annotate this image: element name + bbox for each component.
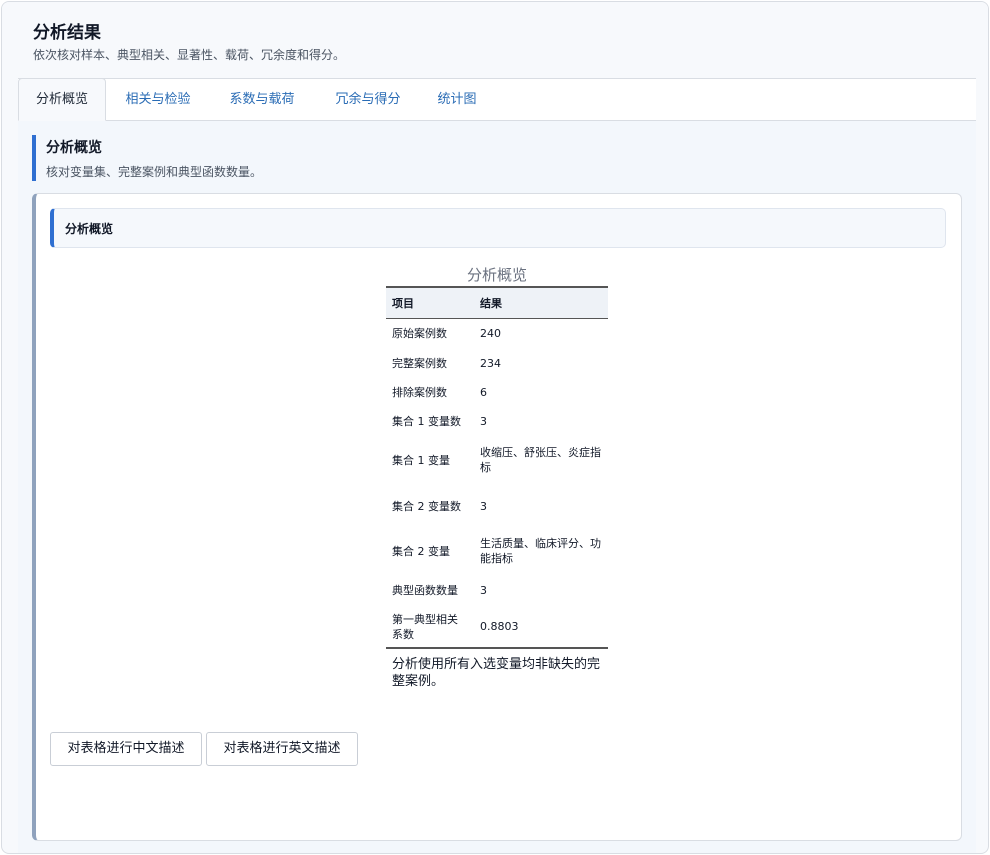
table-cell-result: 6 [480, 386, 487, 399]
tab-redundancy-scores[interactable]: 冗余与得分 [320, 79, 416, 121]
section-title: 分析概览 [46, 140, 102, 156]
tab-statistics-chart[interactable]: 统计图 [422, 79, 492, 121]
section-subtitle: 核对变量集、完整案例和典型函数数量。 [46, 165, 263, 179]
app-frame: 分析结果 依次核对样本、典型相关、显著性、载荷、冗余度和得分。 分析概览 相关与… [1, 1, 989, 854]
tab-overview[interactable]: 分析概览 [18, 78, 106, 121]
describe-english-button[interactable]: 对表格进行英文描述 [206, 732, 358, 766]
table-cell-result: 240 [480, 327, 501, 341]
tab-coefficients-loadings[interactable]: 系数与载荷 [214, 79, 310, 121]
overview-card: 分析概览 分析概览 项目 结果 原始案例数 240 完整案例数 234 排除案例… [32, 193, 962, 841]
page-subtitle: 依次核对样本、典型相关、显著性、载荷、冗余度和得分。 [33, 48, 346, 62]
page-header: 分析结果 依次核对样本、典型相关、显著性、载荷、冗余度和得分。 [2, 2, 988, 78]
table-cell-result: 收缩压、舒张压、炎症指标 [480, 446, 601, 474]
table-cell-item: 完整案例数 [392, 357, 447, 370]
table-cell-result: 3 [480, 415, 487, 428]
table-cell-result: 0.8803 [480, 620, 519, 633]
section-header: 分析概览 核对变量集、完整案例和典型函数数量。 [32, 135, 632, 181]
table-caption: 分析概览 [466, 266, 527, 284]
table-row: 原始案例数 240 [386, 318, 608, 349]
table-row: 排除案例数 6 [386, 378, 608, 407]
tab-correlation-tests[interactable]: 相关与检验 [110, 79, 206, 121]
table-cell-item: 原始案例数 [392, 327, 447, 341]
table-row: 典型函数数量 3 [386, 574, 608, 606]
table-row: 集合 1 变量数 3 [386, 407, 608, 436]
table-cell-item: 典型函数数量 [392, 583, 458, 597]
card-title: 分析概览 [65, 222, 114, 236]
table-note: 分析使用所有入选变量均非缺失的完整案例。 [392, 657, 601, 689]
table-row: 集合 2 变量 生活质量、临床评分、功能指标 [386, 528, 608, 574]
column-header-result: 结果 [474, 287, 608, 319]
table-cell-item: 第一典型相关系数 [392, 612, 458, 641]
tab-panel: 分析概览 核对变量集、完整案例和典型函数数量。 分析概览 分析概览 项目 结果 … [18, 121, 976, 853]
table-cell-item: 集合 1 变量 [392, 453, 450, 467]
table-cell-item: 排除案例数 [392, 386, 447, 399]
table-row: 第一典型相关系数 0.8803 [386, 606, 608, 648]
table-cell-item: 集合 2 变量 [392, 544, 450, 558]
table-cell-item: 集合 1 变量数 [392, 415, 461, 428]
table-row: 完整案例数 234 [386, 349, 608, 378]
page-title: 分析结果 [33, 23, 101, 43]
table-cell-result: 3 [480, 499, 487, 513]
table-cell-result: 生活质量、临床评分、功能指标 [480, 537, 601, 565]
describe-chinese-button[interactable]: 对表格进行中文描述 [50, 732, 202, 766]
table-header-row: 项目 结果 [386, 287, 608, 319]
card-header: 分析概览 [50, 208, 946, 248]
table-row: 集合 2 变量数 3 [386, 484, 608, 528]
overview-table: 项目 结果 原始案例数 240 完整案例数 234 排除案例数 6 集合 1 变… [386, 286, 608, 649]
column-header-item: 项目 [386, 287, 474, 319]
table-cell-result: 3 [480, 583, 487, 597]
table-row: 集合 1 变量 收缩压、舒张压、炎症指标 [386, 436, 608, 484]
tab-bar: 分析概览 相关与检验 系数与载荷 冗余与得分 统计图 [18, 78, 976, 121]
table-cell-item: 集合 2 变量数 [392, 499, 461, 513]
table-cell-result: 234 [480, 357, 501, 370]
